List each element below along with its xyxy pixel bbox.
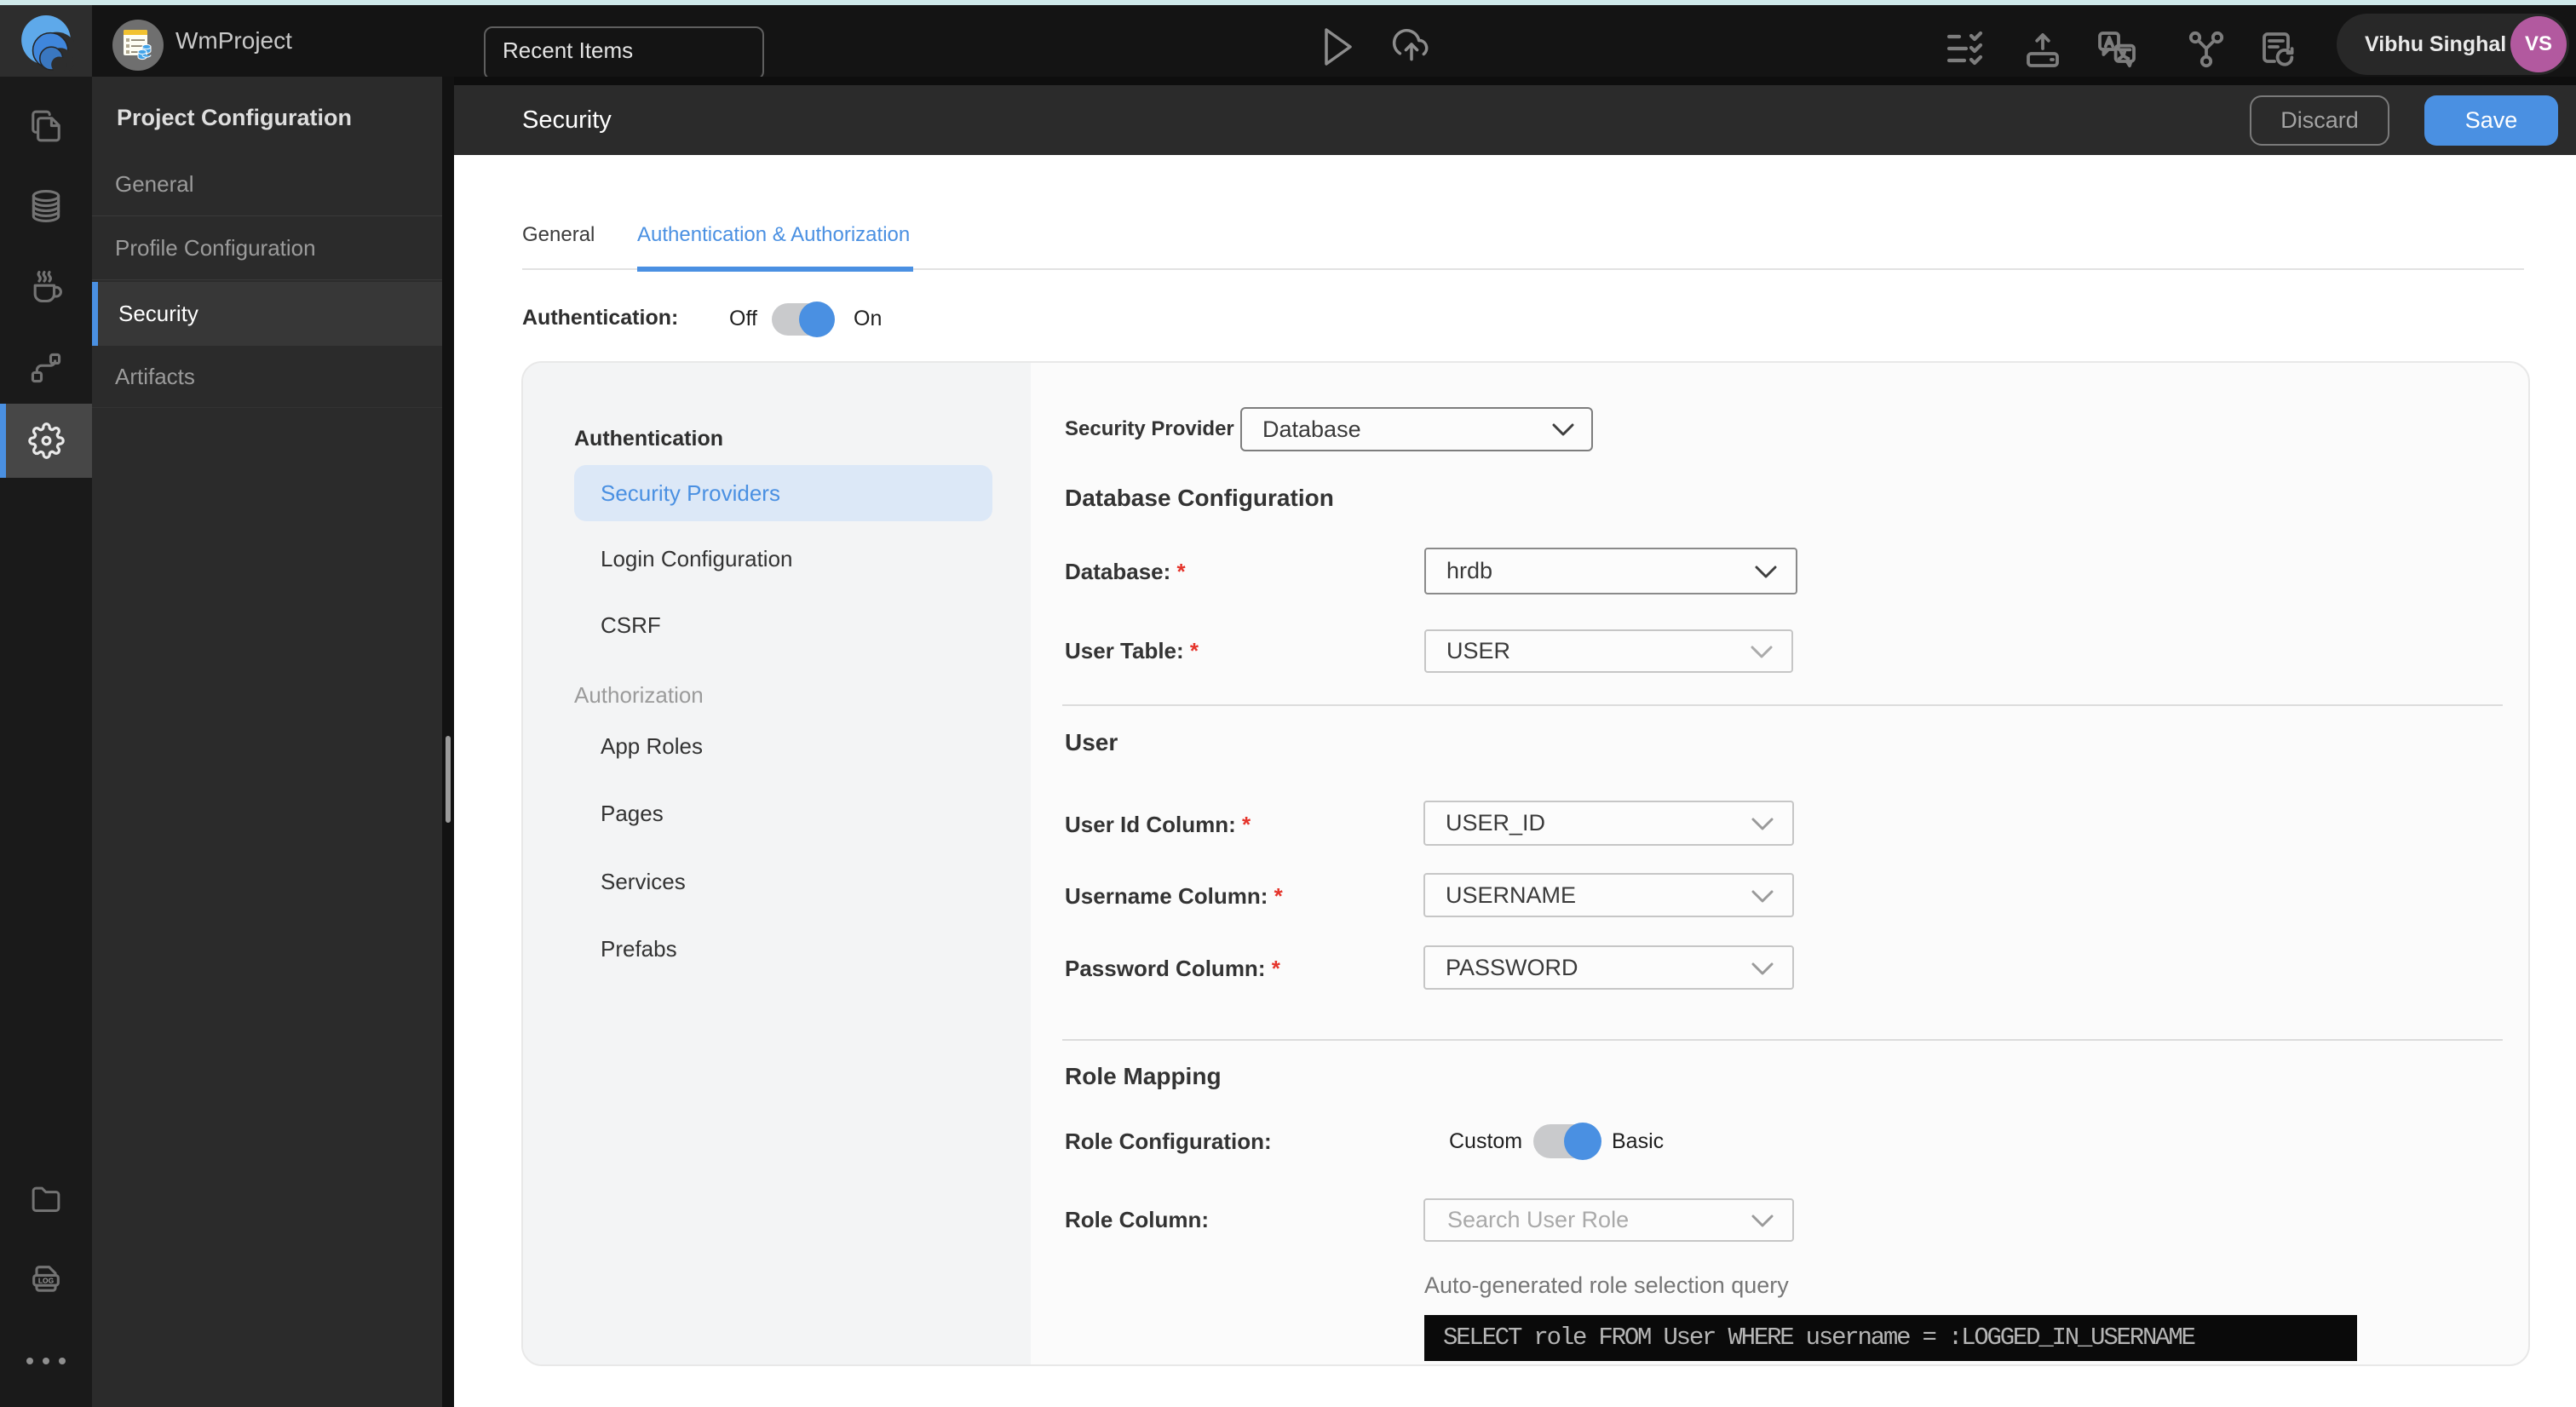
svg-text:LOG: LOG xyxy=(38,1277,55,1285)
